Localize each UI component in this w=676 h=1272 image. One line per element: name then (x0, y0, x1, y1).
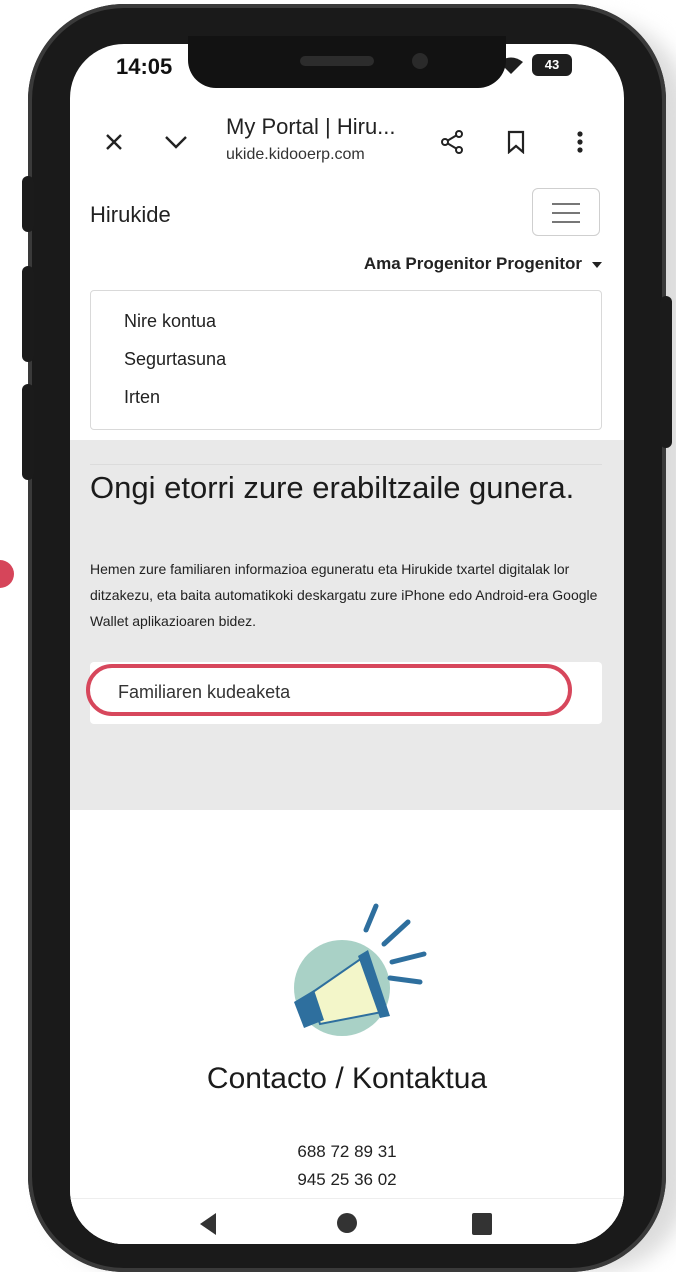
screen: 14:05 43 My Portal | Hiru... ukide.kidoo… (70, 44, 624, 1244)
contact-phone-2[interactable]: 945 25 36 02 (70, 1170, 624, 1190)
megaphone-icon (294, 903, 427, 1036)
share-icon[interactable] (436, 126, 468, 158)
browser-toolbar: My Portal | Hiru... ukide.kidooerp.com (70, 106, 624, 177)
site-brand[interactable]: Hirukide (90, 202, 171, 228)
contact-section: Contacto / Kontaktua 688 72 89 31 945 25… (70, 810, 624, 1244)
user-dropdown-menu: Nire kontua Segurtasuna Irten (90, 290, 602, 430)
menu-item-account[interactable]: Nire kontua (124, 311, 216, 332)
hamburger-line (552, 221, 580, 223)
hamburger-line (552, 212, 580, 214)
menu-item-security[interactable]: Segurtasuna (124, 349, 226, 370)
side-button-left-1 (22, 176, 34, 232)
user-name: Ama Progenitor Progenitor (363, 254, 582, 273)
notch (188, 36, 506, 88)
divider (90, 464, 602, 465)
bookmark-icon[interactable] (500, 126, 532, 158)
menu-item-logout[interactable]: Irten (124, 387, 160, 408)
site-header: Hirukide Ama Progenitor Progenitor Nire … (70, 176, 624, 440)
annotation-dot (0, 560, 14, 588)
url-text[interactable]: ukide.kidooerp.com (226, 146, 365, 164)
recents-icon[interactable] (472, 1213, 492, 1235)
menu-toggle-button[interactable] (532, 188, 600, 236)
close-icon[interactable] (98, 126, 130, 158)
more-vert-icon[interactable] (564, 126, 596, 158)
chevron-down-icon[interactable] (160, 126, 192, 158)
back-icon[interactable] (200, 1213, 216, 1235)
page-title: My Portal | Hiru... (226, 114, 396, 139)
contact-phone-1[interactable]: 688 72 89 31 (70, 1142, 624, 1162)
battery-icon: 43 (532, 54, 572, 76)
front-camera (412, 53, 428, 69)
status-time: 14:05 (116, 54, 173, 79)
home-icon[interactable] (337, 1213, 357, 1233)
side-button-left-3 (22, 384, 34, 480)
hamburger-line (552, 203, 580, 205)
welcome-title: Ongi etorri zure erabiltzaile gunera. (90, 470, 575, 505)
side-button-left-2 (22, 266, 34, 362)
welcome-section: Ongi etorri zure erabiltzaile gunera. He… (70, 440, 624, 810)
highlight-annotation (86, 664, 572, 716)
welcome-description: Hemen zure familiaren informazioa eguner… (90, 561, 598, 629)
user-dropdown-toggle[interactable]: Ama Progenitor Progenitor (364, 254, 602, 274)
caret-down-icon (592, 261, 602, 268)
side-button-right (660, 296, 672, 448)
speaker (300, 56, 374, 66)
android-nav-bar (70, 1198, 624, 1244)
contact-title: Contacto / Kontaktua (206, 1062, 488, 1095)
